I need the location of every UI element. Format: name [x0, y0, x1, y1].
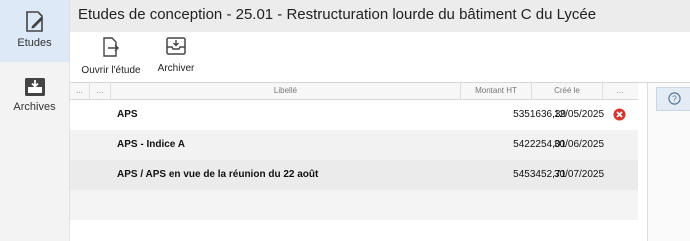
help-icon: ? — [668, 92, 681, 105]
nav-item-etudes[interactable]: Etudes — [0, 0, 69, 62]
studies-table: ... ... Libellé Montant HT Créé le ... A… — [70, 83, 638, 241]
column-header-montant[interactable]: Montant HT — [461, 83, 532, 99]
cell-date: 12/05/2025 — [554, 109, 605, 120]
open-document-icon — [103, 37, 119, 57]
empty-row — [70, 190, 638, 220]
archive-box-icon — [24, 78, 45, 96]
column-header-menu[interactable]: ... — [70, 83, 90, 99]
column-header-menu[interactable]: ... — [90, 83, 111, 99]
archive-box-icon — [166, 37, 186, 55]
right-panel: ? — [647, 83, 690, 241]
cell-libelle: APS - Indice A — [117, 139, 185, 150]
nav-label-archives: Archives — [13, 101, 56, 113]
nav-item-archives[interactable]: Archives — [0, 76, 69, 124]
document-edit-icon — [25, 11, 43, 32]
archive-button[interactable]: Archiver — [154, 36, 198, 74]
cell-libelle: APS / APS en vue de la réunion du 22 aoû… — [117, 169, 319, 180]
delete-icon[interactable] — [613, 108, 626, 121]
column-header-cree[interactable]: Créé le — [532, 83, 603, 99]
help-tab[interactable]: ? — [656, 87, 690, 111]
page-header: Etudes de conception - 25.01 - Restructu… — [70, 0, 690, 32]
open-study-label: Ouvrir l'étude — [81, 65, 141, 76]
page-title: Etudes de conception - 25.01 - Restructu… — [78, 6, 597, 23]
archive-label: Archiver — [157, 63, 195, 74]
table-header: ... ... Libellé Montant HT Créé le ... — [70, 83, 638, 100]
table-row[interactable]: APS / APS en vue de la réunion du 22 aoû… — [70, 160, 638, 190]
cell-date: 30/06/2025 — [554, 139, 605, 150]
table-row[interactable]: APS 5351636,39 12/05/2025 — [70, 100, 638, 130]
sidebar: Etudes Archives — [0, 0, 70, 241]
table-row[interactable]: APS - Indice A 5422254,01 30/06/2025 — [70, 130, 638, 160]
toolbar: Ouvrir l'étude Archiver — [70, 32, 690, 92]
column-header-libelle[interactable]: Libellé — [111, 83, 461, 99]
svg-text:?: ? — [672, 94, 677, 104]
nav-label-etudes: Etudes — [17, 37, 52, 49]
cell-date: 30/07/2025 — [554, 169, 605, 180]
cell-libelle: APS — [117, 109, 138, 120]
column-header-menu[interactable]: ... — [603, 83, 637, 99]
